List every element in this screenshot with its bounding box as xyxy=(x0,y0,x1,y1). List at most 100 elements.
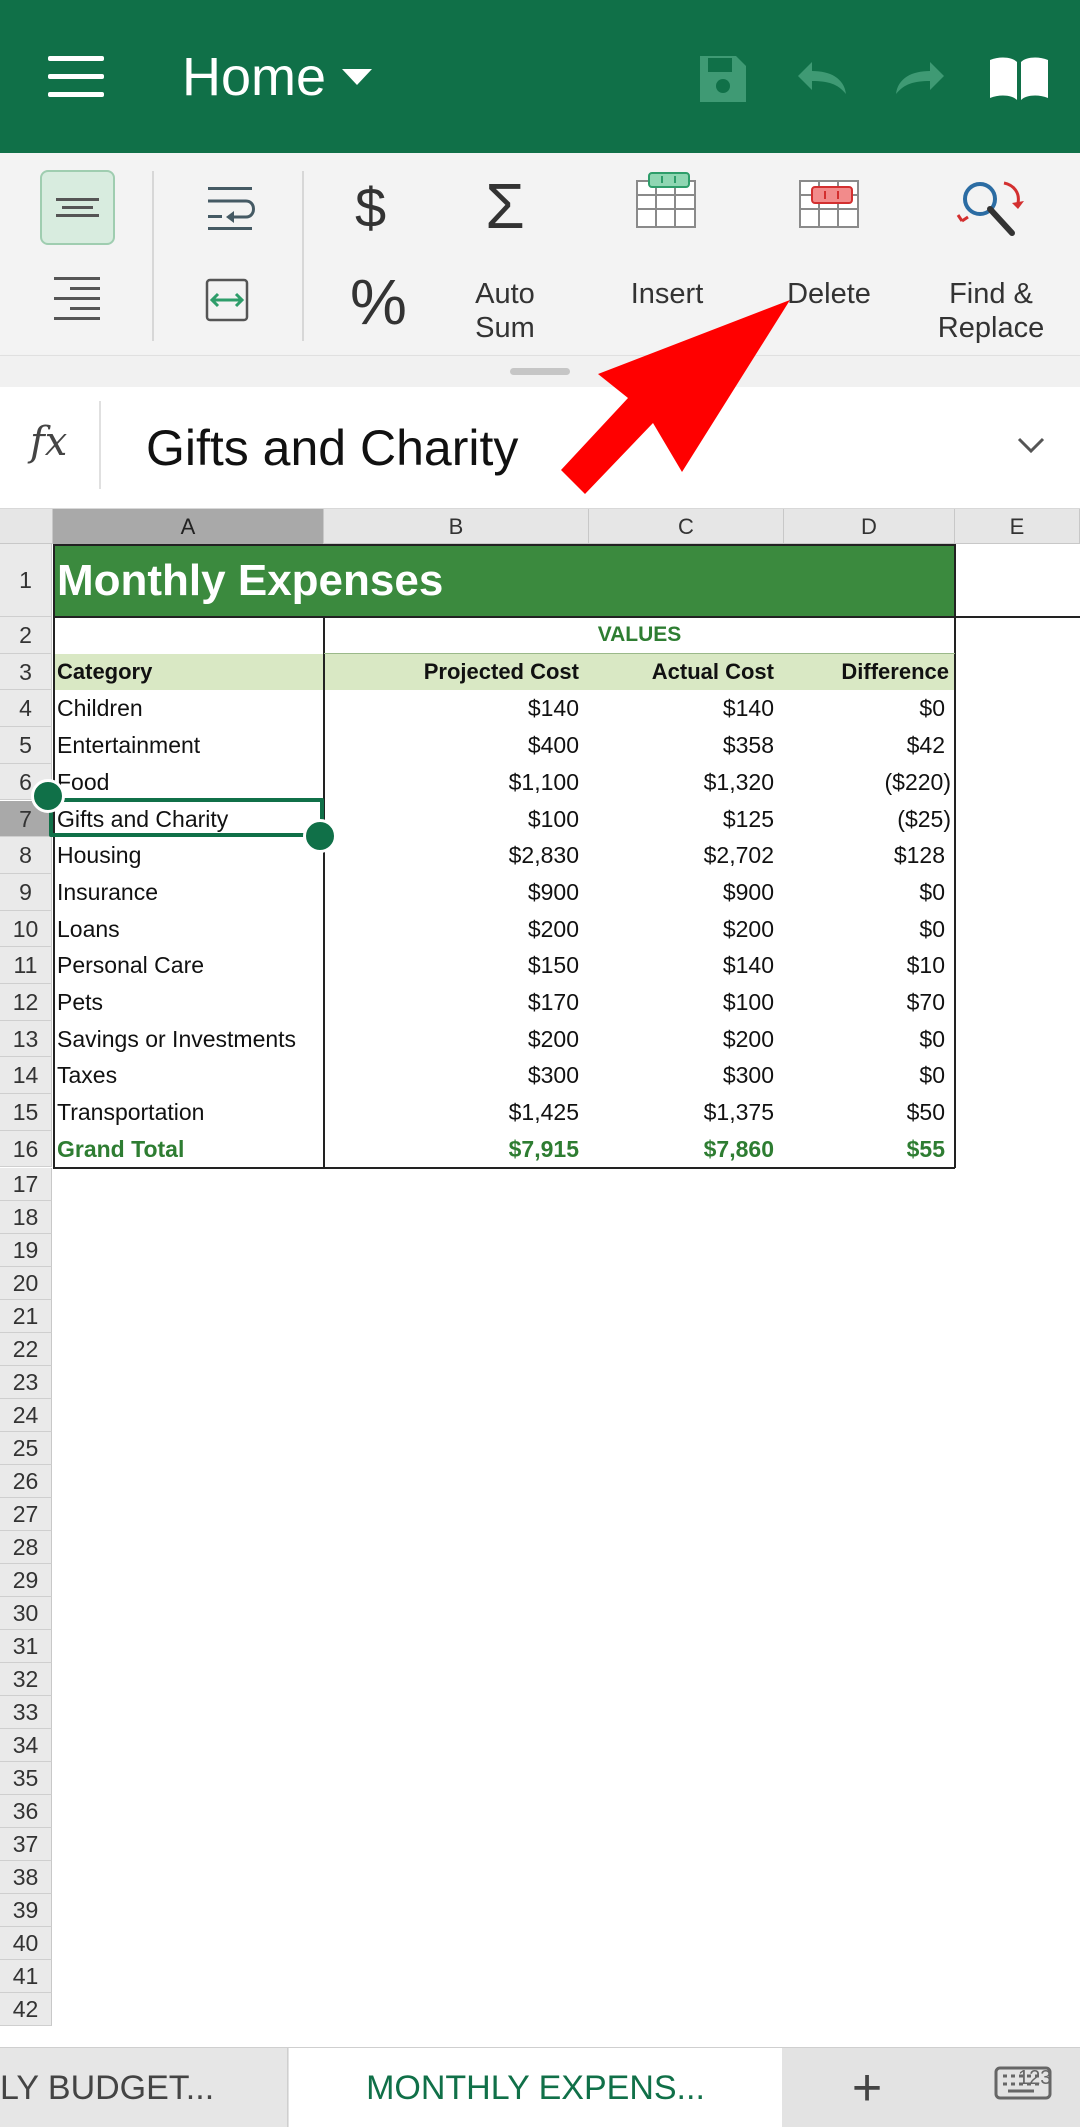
corner-cell[interactable] xyxy=(0,509,53,544)
projected-cell[interactable]: $900 xyxy=(324,874,589,911)
values-header-cell[interactable]: VALUES xyxy=(324,617,955,654)
row-header[interactable]: 13 xyxy=(0,1020,52,1058)
row-header[interactable]: 27 xyxy=(0,1497,52,1531)
ribbon-tab-selector[interactable]: Home xyxy=(182,46,373,108)
category-cell[interactable]: Children xyxy=(57,690,324,727)
grand-total-projected[interactable]: $7,915 xyxy=(324,1131,589,1168)
align-center-button[interactable] xyxy=(40,170,115,245)
find-replace-button[interactable]: Find & Replace xyxy=(926,175,1056,355)
row-header[interactable]: 34 xyxy=(0,1728,52,1762)
row-header[interactable]: 2 xyxy=(0,617,52,654)
projected-cell[interactable]: $300 xyxy=(324,1057,589,1094)
actual-cell[interactable]: $100 xyxy=(589,984,784,1021)
row-header[interactable]: 5 xyxy=(0,727,52,764)
difference-cell[interactable]: ($220) xyxy=(784,764,955,801)
currency-format-button[interactable]: $ xyxy=(355,175,386,240)
row-header[interactable]: 20 xyxy=(0,1266,52,1300)
actual-cell[interactable]: $1,375 xyxy=(589,1094,784,1131)
row-header[interactable]: 25 xyxy=(0,1431,52,1465)
auto-sum-button[interactable]: Σ Auto Sum xyxy=(440,169,570,359)
sheet-title-cell[interactable]: Monthly Expenses xyxy=(57,544,937,617)
row-header[interactable]: 33 xyxy=(0,1695,52,1729)
align-right-icon[interactable] xyxy=(52,273,102,323)
row-header[interactable]: 18 xyxy=(0,1200,52,1234)
row-header[interactable]: 32 xyxy=(0,1662,52,1696)
category-cell[interactable]: Taxes xyxy=(57,1057,324,1094)
row-header[interactable]: 17 xyxy=(0,1167,52,1201)
row-header[interactable]: 11 xyxy=(0,947,52,984)
row-header[interactable]: 23 xyxy=(0,1365,52,1399)
row-header[interactable]: 36 xyxy=(0,1794,52,1828)
row-header[interactable]: 19 xyxy=(0,1233,52,1267)
row-header[interactable]: 42 xyxy=(0,1992,52,2026)
actual-cell[interactable]: $300 xyxy=(589,1057,784,1094)
row-header[interactable]: 9 xyxy=(0,873,52,911)
delete-button[interactable]: Delete xyxy=(762,171,896,311)
row-header[interactable]: 16 xyxy=(0,1130,52,1168)
projected-cell[interactable]: $150 xyxy=(324,947,589,984)
merge-cells-icon[interactable] xyxy=(204,277,250,323)
header-category[interactable]: Category xyxy=(57,654,324,691)
row-header[interactable]: 12 xyxy=(0,984,52,1021)
menu-icon[interactable] xyxy=(48,56,104,98)
add-sheet-button[interactable]: + xyxy=(782,2048,952,2127)
row-header[interactable]: 39 xyxy=(0,1893,52,1927)
category-cell[interactable]: Pets xyxy=(57,984,324,1021)
row-header[interactable]: 35 xyxy=(0,1761,52,1795)
actual-cell[interactable]: $1,320 xyxy=(589,764,784,801)
selection-handle-end[interactable] xyxy=(303,819,337,854)
difference-cell[interactable]: $0 xyxy=(784,1021,955,1058)
row-header[interactable]: 14 xyxy=(0,1057,52,1095)
keyboard-button[interactable]: 123 xyxy=(952,2048,1080,2127)
grand-total-label[interactable]: Grand Total xyxy=(57,1131,324,1168)
difference-cell[interactable]: $128 xyxy=(784,837,955,874)
undo-icon[interactable] xyxy=(790,54,852,102)
actual-cell[interactable]: $140 xyxy=(589,947,784,984)
sheet-tab-monthly-expenses[interactable]: MONTHLY EXPENS... xyxy=(289,2048,782,2127)
category-cell[interactable]: Food xyxy=(57,764,324,801)
category-cell[interactable]: Loans xyxy=(57,911,324,948)
ribbon-collapse-bar[interactable] xyxy=(0,355,1080,387)
header-difference[interactable]: Difference xyxy=(784,654,955,691)
difference-cell[interactable]: $70 xyxy=(784,984,955,1021)
difference-cell[interactable]: $42 xyxy=(784,727,955,764)
header-actual-cost[interactable]: Actual Cost xyxy=(589,654,784,691)
difference-cell[interactable]: $50 xyxy=(784,1094,955,1131)
column-header-a[interactable]: A xyxy=(53,509,324,544)
wrap-text-icon[interactable] xyxy=(204,183,260,233)
actual-cell[interactable]: $125 xyxy=(589,801,784,838)
chevron-down-icon[interactable] xyxy=(1016,435,1046,455)
category-cell[interactable]: Transportation xyxy=(57,1094,324,1131)
actual-cell[interactable]: $2,702 xyxy=(589,837,784,874)
insert-button[interactable]: Insert xyxy=(600,171,734,311)
column-header-c[interactable]: C xyxy=(589,509,784,544)
difference-cell[interactable]: $0 xyxy=(784,690,955,727)
category-cell[interactable]: Personal Care xyxy=(57,947,324,984)
row-header[interactable]: 22 xyxy=(0,1332,52,1366)
column-header-e[interactable]: E xyxy=(955,509,1080,544)
cell-selection[interactable] xyxy=(49,797,324,838)
percent-format-button[interactable]: % xyxy=(350,265,407,339)
row-header[interactable]: 40 xyxy=(0,1926,52,1960)
projected-cell[interactable]: $100 xyxy=(324,801,589,838)
selection-handle-start[interactable] xyxy=(31,778,65,813)
header-projected-cost[interactable]: Projected Cost xyxy=(324,654,589,691)
column-header-b[interactable]: B xyxy=(324,509,589,544)
grand-total-difference[interactable]: $55 xyxy=(784,1131,955,1168)
save-icon[interactable] xyxy=(696,52,750,106)
row-header[interactable]: 4 xyxy=(0,690,52,728)
actual-cell[interactable]: $200 xyxy=(589,911,784,948)
row-header[interactable]: 38 xyxy=(0,1860,52,1894)
category-cell[interactable]: Housing xyxy=(57,837,324,874)
row-header[interactable]: 30 xyxy=(0,1596,52,1630)
category-cell[interactable]: Savings or Investments xyxy=(57,1021,324,1058)
row-header[interactable]: 8 xyxy=(0,837,52,874)
row-header[interactable]: 1 xyxy=(0,544,52,617)
fx-icon[interactable]: fx xyxy=(30,419,67,465)
category-cell[interactable]: Entertainment xyxy=(57,727,324,764)
projected-cell[interactable]: $1,425 xyxy=(324,1094,589,1131)
projected-cell[interactable]: $170 xyxy=(324,984,589,1021)
redo-icon[interactable] xyxy=(890,54,952,102)
book-icon[interactable] xyxy=(986,54,1052,104)
actual-cell[interactable]: $140 xyxy=(589,690,784,727)
